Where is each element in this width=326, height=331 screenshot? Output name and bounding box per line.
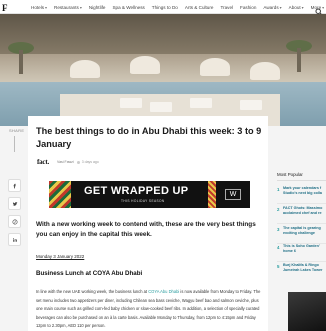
most-popular-label: Most Popular xyxy=(277,172,303,177)
date-heading[interactable]: Monday 3 January 2022 xyxy=(36,254,84,259)
byline: fact. Vasi Fawzi 3 days ago xyxy=(37,158,99,166)
most-popular-item[interactable]: 2 FACT Ghots: Massimo acclaimed chef and… xyxy=(277,206,326,224)
most-popular-item[interactable]: 1 Mark your calendars f Studio's next bi… xyxy=(277,186,326,204)
ad-headline: GET WRAPPED UP xyxy=(84,185,189,197)
divider xyxy=(277,180,326,181)
publisher-logo[interactable]: fact. xyxy=(37,158,49,166)
facebook-share-button[interactable] xyxy=(8,179,21,192)
article-title: The best things to do in Abu Dhabi this … xyxy=(36,126,262,149)
hero-image xyxy=(0,14,326,126)
ad-decoration xyxy=(49,181,71,208)
ad-decoration xyxy=(208,181,216,208)
ad-subline: THIS HOLIDAY SEASON xyxy=(121,199,165,203)
twitter-share-button[interactable] xyxy=(8,197,21,210)
nav-arts-culture[interactable]: Arts & Culture xyxy=(185,5,214,10)
nav-things-to-do[interactable]: Things to Do xyxy=(152,5,178,10)
nav-nightlife[interactable]: Nightlife xyxy=(89,5,106,10)
article-lede: With a new working week to contend with,… xyxy=(36,221,256,238)
sidebar-thumbnail[interactable] xyxy=(288,292,326,331)
most-popular-item[interactable]: 4 This is Soho Garden' home 6 xyxy=(277,244,326,262)
nav-spa-wellness[interactable]: Spa & Wellness xyxy=(112,5,144,10)
author-avatar xyxy=(76,160,80,164)
most-popular-item[interactable]: 5 Burj Khalifa & Ringo Jumeirah Lakes To… xyxy=(277,263,326,281)
search-icon[interactable] xyxy=(315,3,323,16)
share-sidebar: SHARE xyxy=(0,126,28,331)
section-heading: Business Lunch at COYA Abu Dhabi xyxy=(36,270,143,277)
twitter-icon xyxy=(12,201,17,206)
ad-brand-logo: W xyxy=(225,189,241,200)
chevron-down-icon: ▾ xyxy=(45,4,48,10)
ad-banner[interactable]: GET WRAPPED UP THIS HOLIDAY SEASON W xyxy=(49,181,250,208)
share-label: SHARE xyxy=(9,128,25,133)
publish-time: 3 days ago xyxy=(81,160,99,164)
linkedin-icon xyxy=(12,237,17,242)
nav-about[interactable]: About ▾ xyxy=(289,5,304,10)
linkedin-share-button[interactable] xyxy=(8,233,21,246)
nav-travel[interactable]: Travel xyxy=(220,5,233,10)
nav-links: Hotels ▾ Restaurants ▾ Nightlife Spa & Wel… xyxy=(31,0,326,14)
article-card: The best things to do in Abu Dhabi this … xyxy=(28,116,268,331)
chevron-down-icon: ▾ xyxy=(301,4,304,10)
nav-restaurants[interactable]: Restaurants ▾ xyxy=(54,5,82,10)
coya-link[interactable]: COYA Abu Dhabi xyxy=(148,289,179,294)
article-body: In line with the new UAE working week, t… xyxy=(36,289,261,328)
most-popular-sidebar: Most Popular 1 Mark your calendars f Stu… xyxy=(276,126,326,331)
author-name[interactable]: Vasi Fawzi xyxy=(57,160,74,164)
nav-hotels[interactable]: Hotels ▾ xyxy=(31,5,47,10)
top-nav: F Hotels ▾ Restaurants ▾ Nightlife Spa & W… xyxy=(0,0,326,16)
nav-fashion[interactable]: Fashion xyxy=(240,5,256,10)
share-divider xyxy=(14,136,15,152)
site-logo[interactable]: F xyxy=(0,2,16,13)
most-popular-item[interactable]: 3 The capital is gearing exciting challe… xyxy=(277,226,326,244)
facebook-icon xyxy=(13,183,16,188)
chevron-down-icon: ▾ xyxy=(79,4,82,10)
nav-awards[interactable]: Awards ▾ xyxy=(263,5,281,10)
chevron-down-icon: ▾ xyxy=(279,4,282,10)
pinterest-icon xyxy=(12,219,17,224)
pinterest-share-button[interactable] xyxy=(8,215,21,228)
